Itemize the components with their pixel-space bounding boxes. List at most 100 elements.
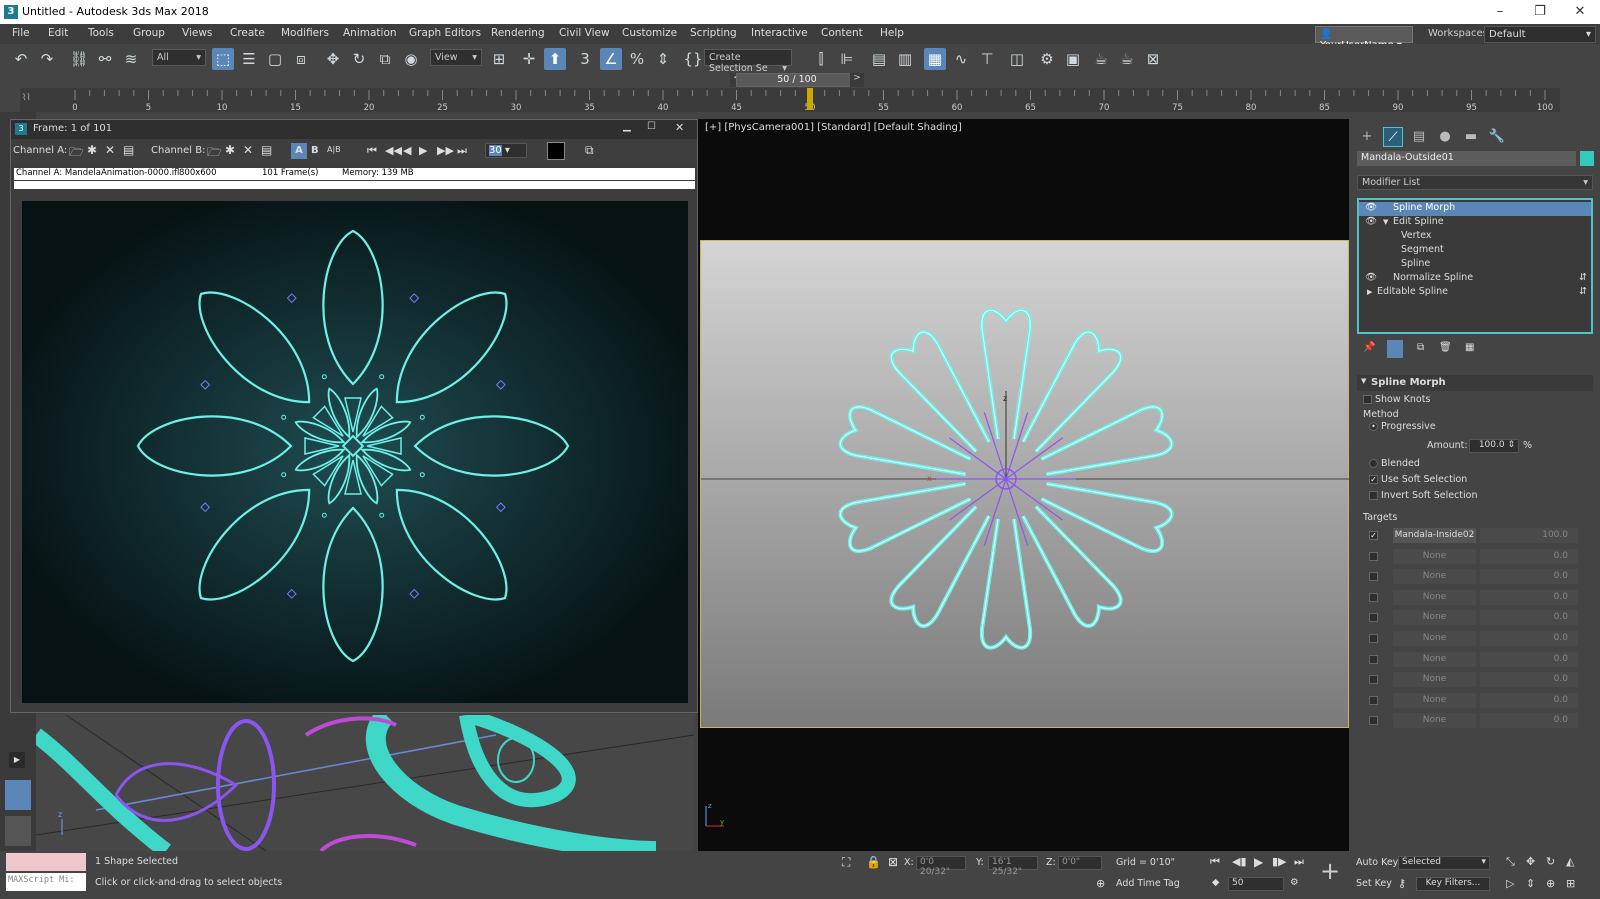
select-object-icon[interactable]: ⬚: [212, 48, 234, 70]
go-to-start-icon[interactable]: ⏮: [1210, 855, 1220, 869]
play-icon[interactable]: ▶: [419, 144, 427, 157]
modifier-list-dropdown[interactable]: Modifier List ▾: [1357, 175, 1593, 190]
show-end-result-icon[interactable]: [1387, 340, 1403, 358]
menu-rendering[interactable]: Rendering: [491, 27, 545, 39]
clear-b-icon[interactable]: ✕: [243, 143, 253, 157]
channel-b-button[interactable]: B: [311, 145, 319, 156]
user-account-dropdown[interactable]: 👤 YourUserName ▾: [1315, 26, 1413, 51]
play-animation-icon[interactable]: ▶: [1254, 855, 1263, 869]
target-name-button[interactable]: None: [1393, 610, 1476, 626]
save-a-icon[interactable]: ✱: [87, 143, 97, 157]
redo-icon[interactable]: ↷: [36, 48, 58, 70]
display-tab-icon[interactable]: ▬: [1461, 127, 1481, 147]
walk-through-icon[interactable]: ▷: [1506, 877, 1514, 890]
key-filters-button[interactable]: Key Filters...: [1416, 877, 1490, 891]
menu-views[interactable]: Views: [182, 27, 212, 39]
stack-item-editable-spline[interactable]: ▶ Editable Spline ⇵: [1359, 286, 1591, 300]
modifier-stack[interactable]: 👁 Spline Morph 👁 ▼ Edit Spline Vertex Segme…: [1357, 198, 1593, 334]
object-color-swatch[interactable]: [1580, 151, 1594, 166]
target-checkbox[interactable]: [1369, 695, 1378, 705]
target-name-button[interactable]: None: [1393, 589, 1476, 605]
target-checkbox[interactable]: [1369, 675, 1378, 685]
amount-spinner[interactable]: 100.0 ⇕: [1469, 439, 1519, 453]
target-checkbox[interactable]: [1369, 613, 1378, 623]
vfb-minimize-icon[interactable]: ▁: [623, 121, 631, 132]
key-icon[interactable]: ⚷: [1398, 877, 1406, 890]
target-checkbox[interactable]: [1369, 592, 1378, 602]
vfb-maximize-icon[interactable]: ☐: [647, 121, 656, 132]
reference-coordinate-dropdown[interactable]: View ▾: [430, 49, 482, 66]
vfb-close-icon[interactable]: ✕: [675, 121, 684, 134]
use-soft-selection-checkbox[interactable]: ✓: [1369, 475, 1378, 484]
motion-tab-icon[interactable]: ●: [1435, 127, 1455, 147]
x-coordinate-field[interactable]: 0'0 20/32": [916, 856, 966, 877]
perspective-viewport[interactable]: z: [31, 707, 695, 861]
utilities-tab-icon[interactable]: 🔧: [1487, 127, 1507, 147]
modify-tab-icon[interactable]: ⟋: [1383, 127, 1403, 147]
target-name-button[interactable]: None: [1393, 651, 1476, 667]
named-selection-dropdown[interactable]: Create Selection Se ▾: [704, 49, 792, 74]
target-name-button[interactable]: None: [1393, 631, 1476, 646]
stack-item-spline[interactable]: Spline: [1359, 258, 1591, 272]
print-b-icon[interactable]: ▤: [261, 143, 272, 157]
go-to-end-icon[interactable]: ⏭: [1294, 855, 1304, 869]
expand-arrow-icon[interactable]: ▶: [1367, 288, 1372, 296]
render-in-cloud-icon[interactable]: ⊠: [1142, 48, 1164, 70]
next-frame-icon[interactable]: ▶▶: [437, 144, 454, 157]
time-slider[interactable]: 50 / 100: [736, 73, 858, 87]
target-weight-spinner[interactable]: 0.0: [1480, 589, 1578, 605]
rendered-image[interactable]: [22, 201, 688, 703]
fov-icon[interactable]: ◭: [1566, 855, 1574, 868]
menu-create[interactable]: Create: [230, 27, 265, 39]
edit-named-selection-icon[interactable]: {}: [682, 48, 704, 70]
target-name-button[interactable]: None: [1393, 672, 1476, 688]
target-weight-spinner[interactable]: 0.0: [1480, 692, 1578, 708]
target-checkbox[interactable]: [1369, 716, 1378, 726]
timeline-ruler[interactable]: 0510152025303540455055606570758085909510…: [70, 88, 1570, 112]
prev-frame-icon[interactable]: ◀◀: [385, 144, 402, 157]
maxscript-input[interactable]: MAXScript Mi:: [6, 873, 86, 891]
pin-stack-icon[interactable]: 📌: [1363, 342, 1375, 353]
key-mode-dropdown[interactable]: Selected ▾: [1398, 856, 1490, 870]
spinner-snap-icon[interactable]: ⇕: [652, 48, 674, 70]
mirror-icon[interactable]: ⫿: [810, 48, 832, 70]
viewport-label[interactable]: [+] [PhysCamera001] [Standard] [Default …: [705, 122, 962, 133]
material-editor-icon[interactable]: ◫: [1006, 48, 1028, 70]
menu-file[interactable]: File: [12, 27, 30, 39]
window-crossing-icon[interactable]: ⧈: [290, 48, 312, 70]
y-coordinate-field[interactable]: 16'1 25/32": [988, 856, 1038, 877]
target-name-button[interactable]: None: [1393, 692, 1476, 708]
maxscript-listener[interactable]: [6, 853, 86, 871]
set-key-big-icon[interactable]: +: [1320, 857, 1340, 885]
target-weight-spinner[interactable]: 0.0: [1480, 672, 1578, 688]
menu-help[interactable]: Help: [880, 27, 904, 39]
layout-tab-2[interactable]: [5, 816, 31, 846]
bind-space-warp-icon[interactable]: ≋: [120, 48, 142, 70]
menu-animation[interactable]: Animation: [343, 27, 397, 39]
menu-graph-editors[interactable]: Graph Editors: [409, 27, 481, 39]
layout-tab-1[interactable]: [5, 780, 31, 810]
last-frame-icon[interactable]: ⏭: [457, 144, 467, 158]
open-a-icon[interactable]: 🗁: [69, 143, 84, 164]
menu-edit[interactable]: Edit: [48, 27, 68, 39]
target-weight-spinner[interactable]: 0.0: [1480, 651, 1578, 667]
unlink-icon[interactable]: ⚯: [94, 48, 116, 70]
workspace-dropdown[interactable]: Default ▾: [1484, 26, 1596, 43]
z-coordinate-field[interactable]: 0'0": [1058, 856, 1102, 870]
time-slider-marker[interactable]: [807, 88, 813, 110]
target-weight-spinner[interactable]: 100.0: [1480, 528, 1578, 543]
save-b-icon[interactable]: ✱: [225, 143, 235, 157]
toggle-ribbon-icon[interactable]: ▦: [924, 48, 946, 70]
keyboard-shortcut-override-icon[interactable]: ⬆: [544, 48, 566, 70]
absolute-mode-icon[interactable]: ⊠: [888, 855, 898, 869]
stack-item-segment[interactable]: Segment: [1359, 244, 1591, 258]
object-name-field[interactable]: Mandala-Outside01: [1357, 151, 1576, 166]
target-weight-spinner[interactable]: 0.0: [1480, 631, 1578, 646]
zoom-extents-icon[interactable]: ⤡: [1506, 855, 1515, 869]
rotate-icon[interactable]: ↻: [348, 48, 370, 70]
channel-a-button[interactable]: A: [291, 143, 307, 159]
target-checkbox[interactable]: [1369, 572, 1378, 582]
isolate-selection-icon[interactable]: ⛶: [842, 855, 850, 870]
target-name-button[interactable]: None: [1393, 548, 1476, 564]
align-icon[interactable]: ⊫: [836, 48, 858, 70]
